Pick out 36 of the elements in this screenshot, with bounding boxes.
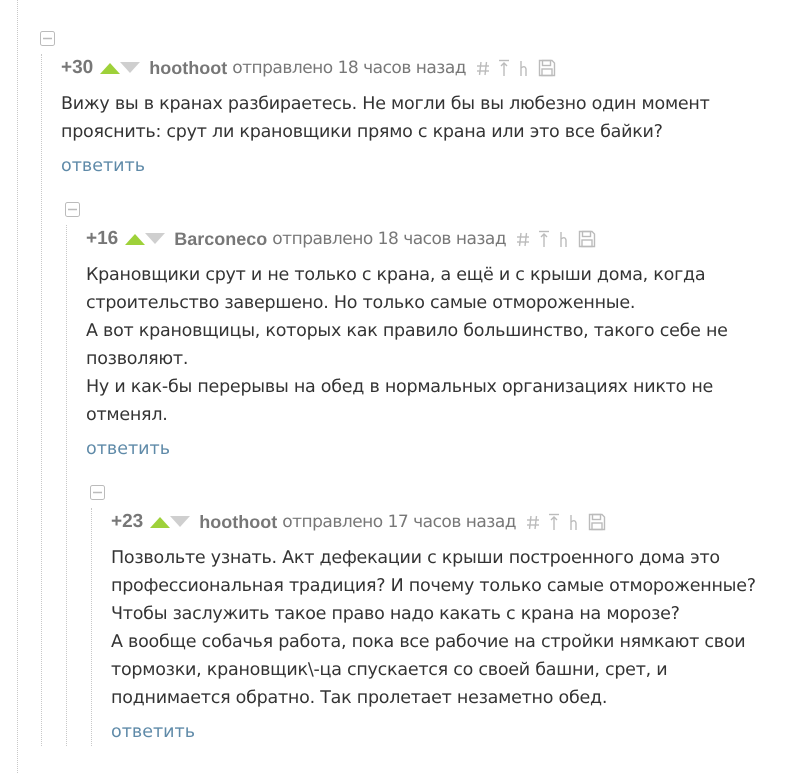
comment-text: А вот крановщицы, которых как правило большинство, такого себе не позволяют. <box>86 320 729 371</box>
downvote-icon[interactable] <box>144 232 166 246</box>
upvote-icon[interactable] <box>99 61 122 75</box>
username-link[interactable]: Barconeco <box>174 228 268 250</box>
comment-text: Крановщики срут и не только с крана, а ещё и с крыши дома, когда строительство завершено. Но только самые отмороженные. <box>86 264 706 315</box>
upvote-icon[interactable] <box>124 232 146 246</box>
reply-link[interactable]: ответить <box>86 435 170 463</box>
save-icon[interactable] <box>578 230 596 248</box>
username-link[interactable]: hoothoot <box>199 512 278 532</box>
downvote-icon[interactable] <box>169 515 192 529</box>
comment-text: Позвольте узнать. Акт дефекации с крыши построенного дома это профессиональная традиция? И почему только самые отмороженные? Чтобы заслужить такое право надо какать с крана на морозе? <box>111 547 757 626</box>
collapse-icon[interactable] <box>40 31 55 46</box>
arrow-up-bar-icon[interactable] <box>498 59 510 77</box>
comment-text: Ну и как-бы перерывы на обед в нормальных организациях никто не отменял. <box>86 376 714 427</box>
hash-icon[interactable] <box>476 59 490 77</box>
comment-time: отправлено 18 часов назад <box>232 58 466 78</box>
comment-rating: +30 <box>61 57 94 79</box>
comment-text: А вообще собачья работа, пока все рабочие на стройки нямкают свои тормозки, крановщик\-ца спускается со своей башни, срет, и поднимается обратно. Так пролетает незаметно обед. <box>111 631 746 710</box>
collapse-icon[interactable] <box>65 202 80 217</box>
comment-time: отправлено 18 часов назад <box>272 229 506 249</box>
reply-link[interactable]: ответить <box>61 152 146 180</box>
save-icon[interactable] <box>538 59 556 77</box>
arrow-up-bar-icon[interactable] <box>538 230 550 248</box>
collapse-icon[interactable] <box>90 485 105 500</box>
username-link[interactable]: hoothoot <box>149 58 228 78</box>
save-icon[interactable] <box>588 513 606 531</box>
reply-link[interactable]: ответить <box>111 718 196 746</box>
comment-rating: +23 <box>111 511 144 533</box>
hash-icon[interactable] <box>526 513 540 531</box>
arrow-up-bar-icon[interactable] <box>548 513 560 531</box>
hash-icon[interactable] <box>516 230 530 248</box>
comment-time: отправлено 17 часов назад <box>282 512 516 532</box>
comment-rating: +16 <box>86 228 118 250</box>
upvote-icon[interactable] <box>149 515 172 529</box>
comment-text: Вижу вы в кранах разбираетесь. Не могли бы вы любезно один момент прояснить: срут ли крановщики прямо с крана или это все байки? <box>61 93 711 144</box>
downvote-icon[interactable] <box>119 61 142 75</box>
